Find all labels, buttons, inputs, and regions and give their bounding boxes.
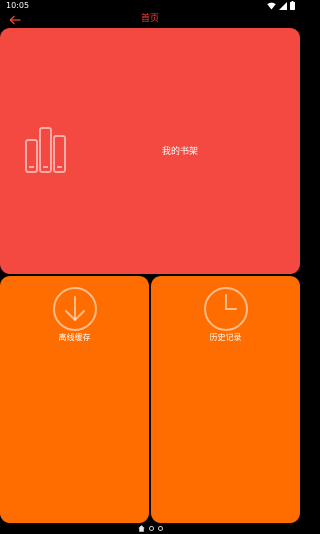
page-indicator-home[interactable] — [137, 524, 145, 532]
wifi-icon — [267, 2, 276, 9]
download-circle-icon — [53, 287, 97, 331]
page-indicator-dot[interactable] — [148, 525, 154, 531]
status-bar: 10:05 — [0, 0, 300, 11]
battery-icon — [290, 1, 295, 10]
page-title: 首页 — [140, 14, 159, 24]
books-icon — [25, 127, 66, 173]
app-bar: 首页 — [0, 11, 300, 28]
status-icons — [267, 1, 295, 10]
history-tile[interactable]: 历史记录 — [151, 276, 300, 523]
page-indicator-dot[interactable] — [157, 525, 163, 531]
home-icon — [137, 524, 145, 532]
page-indicator — [0, 524, 300, 532]
bookshelf-label: 我的书架 — [161, 147, 198, 157]
status-time: 10:05 — [6, 1, 30, 10]
signal-icon — [279, 1, 287, 10]
clock-icon — [204, 287, 248, 331]
bookshelf-tile[interactable]: 我的书架 — [0, 28, 300, 274]
offline-cache-tile[interactable]: 离线缓存 — [0, 276, 149, 523]
offline-cache-label: 离线缓存 — [58, 333, 91, 342]
history-label: 历史记录 — [209, 333, 242, 342]
